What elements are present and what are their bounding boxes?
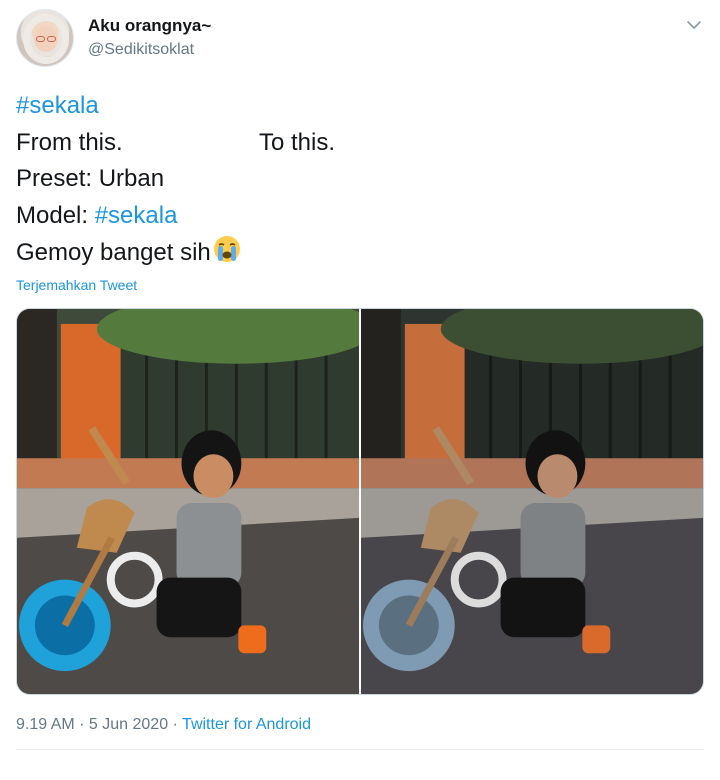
preset-text: Preset: Urban: [16, 165, 165, 192]
media-grid: [16, 308, 704, 695]
avatar[interactable]: [16, 9, 74, 67]
meta-separator: ·: [168, 716, 183, 733]
avatar-glasses-right: [47, 36, 56, 42]
tweet-time[interactable]: 9.19 AM: [16, 716, 75, 733]
to-text: To this.: [259, 128, 336, 156]
chevron-down-icon[interactable]: [684, 15, 704, 35]
hashtag-link[interactable]: #sekala: [95, 202, 178, 229]
meta-separator: ·: [74, 716, 89, 733]
tweet-meta: 9.19 AM · 5 Jun 2020 · Twitter for Andro…: [16, 716, 311, 734]
photo-original[interactable]: [17, 309, 359, 694]
hashtag-link[interactable]: #sekala: [16, 92, 99, 119]
photo-edited[interactable]: [361, 309, 703, 694]
display-name[interactable]: Aku orangnya~: [88, 16, 211, 36]
avatar-glasses-left: [36, 36, 45, 42]
closing-text: Gemoy banget sih: [16, 239, 211, 266]
tweet-text: #sekala From this. To this. Preset: Urban…: [16, 88, 696, 272]
tweet-header: Aku orangnya~ @Sedikitsoklat: [16, 9, 706, 69]
divider: [16, 749, 704, 750]
translate-tweet-link[interactable]: Terjemahkan Tweet: [16, 277, 137, 293]
model-label: Model:: [16, 201, 95, 229]
from-text: From this.: [16, 128, 123, 156]
user-handle[interactable]: @Sedikitsoklat: [88, 41, 194, 59]
tweet-date[interactable]: 5 Jun 2020: [89, 716, 168, 733]
tweet-source-link[interactable]: Twitter for Android: [182, 716, 311, 733]
loudly-crying-face-icon: [212, 234, 242, 264]
